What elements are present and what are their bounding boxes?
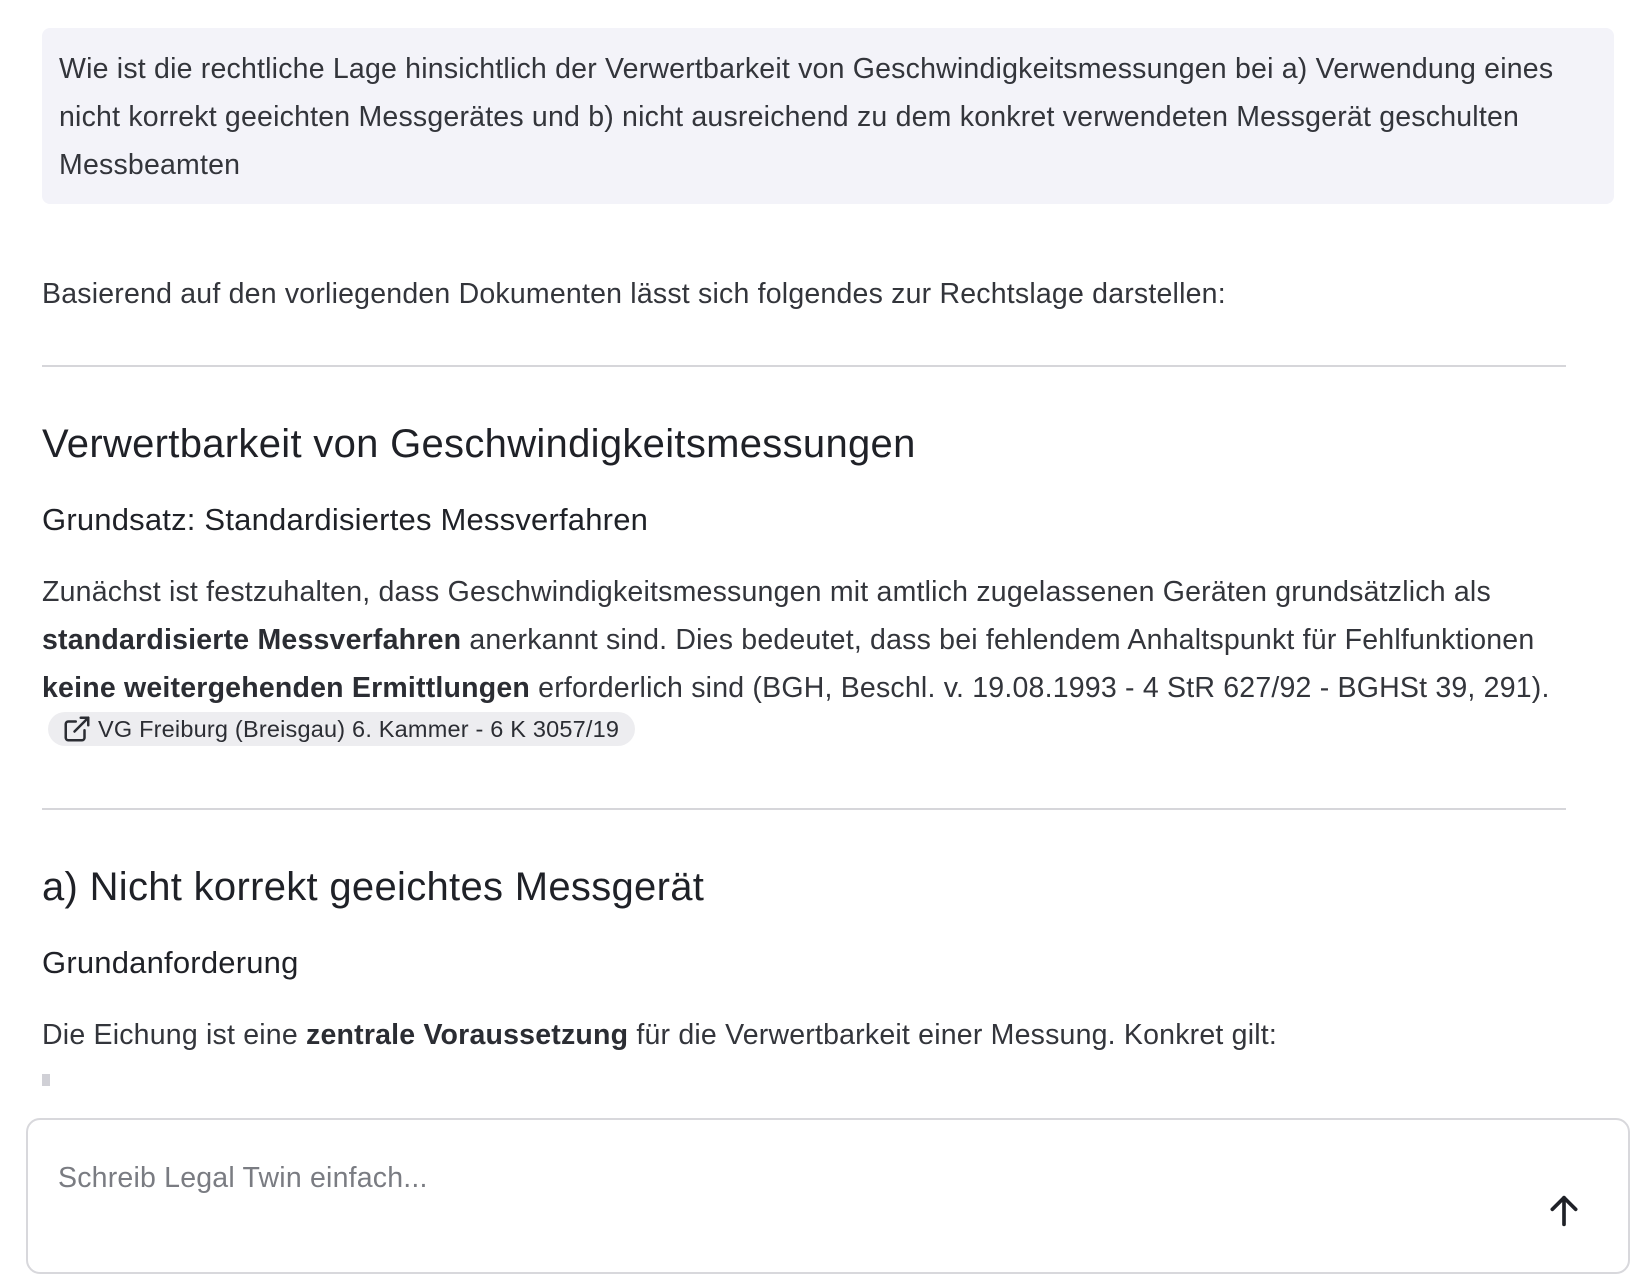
paragraph-grundsatz: Zunächst ist festzuhalten, dass Geschwin… (42, 568, 1582, 761)
streaming-cursor (42, 1074, 50, 1086)
paragraph-text: Zunächst ist festzuhalten, dass Geschwin… (42, 576, 1491, 608)
bold-text: zentrale Voraussetzung (306, 1019, 629, 1051)
user-question-text: Wie ist die rechtliche Lage hinsichtlich… (59, 53, 1554, 181)
paragraph-text: für die Verwertbarkeit einer Messung. Ko… (628, 1019, 1278, 1051)
divider (42, 808, 1566, 810)
paragraph-text: erforderlich sind (BGH, Beschl. v. 19.08… (530, 672, 1550, 704)
send-button[interactable] (1536, 1184, 1592, 1240)
bold-text: keine weitergehenden Ermittlungen (42, 672, 531, 704)
user-question-bubble: Wie ist die rechtliche Lage hinsichtlich… (42, 28, 1614, 204)
section-heading-geeichtes-messgeraet: a) Nicht korrekt geeichtes Messgerät (42, 865, 705, 909)
citation-label: VG Freiburg (Breisgau) 6. Kammer - 6 K 3… (98, 716, 620, 742)
paragraph-text: anerkannt sind. Dies bedeutet, dass bei … (461, 624, 1535, 656)
section-heading-verwertbarkeit: Verwertbarkeit von Geschwindigkeitsmessu… (42, 422, 916, 466)
message-input[interactable] (58, 1154, 1458, 1202)
chat-composer (26, 1118, 1630, 1274)
citation-chip[interactable]: VG Freiburg (Breisgau) 6. Kammer - 6 K 3… (48, 712, 636, 746)
subheading-grundanforderung: Grundanforderung (42, 945, 299, 980)
subheading-grundsatz: Grundsatz: Standardisiertes Messverfahre… (42, 502, 649, 537)
external-link-icon (62, 714, 92, 744)
arrow-up-icon (1544, 1191, 1584, 1234)
bold-text: standardisierte Messverfahren (42, 624, 462, 656)
answer-intro: Basierend auf den vorliegenden Dokumente… (42, 278, 1226, 310)
paragraph-grundanforderung: Die Eichung ist eine zentrale Voraussetz… (42, 1011, 1582, 1059)
paragraph-text: Die Eichung ist eine (42, 1019, 307, 1051)
divider (42, 365, 1566, 367)
